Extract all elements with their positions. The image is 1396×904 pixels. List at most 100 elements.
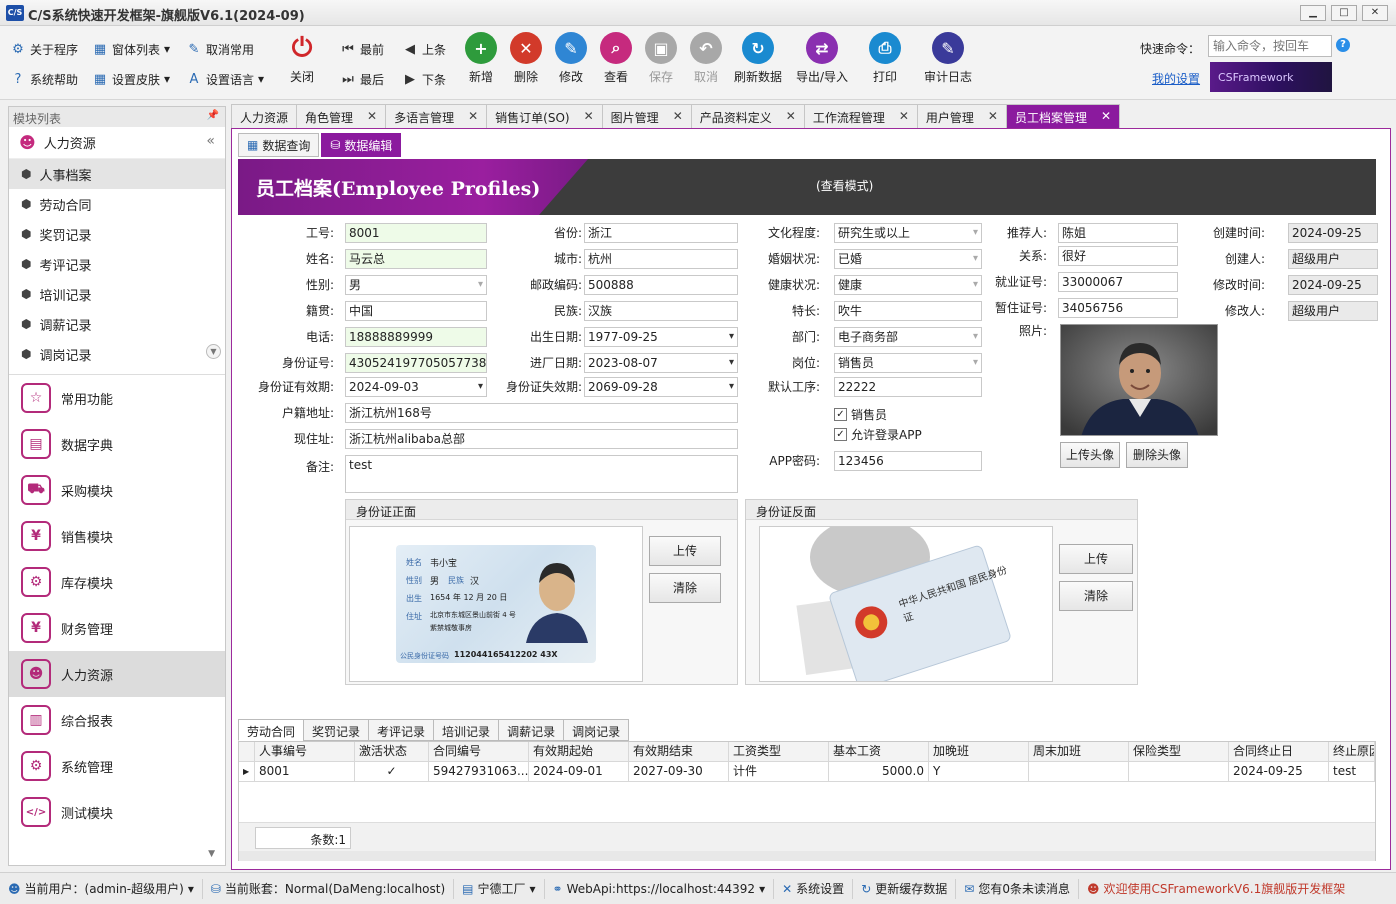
department-select[interactable]: 电子商务部 bbox=[834, 327, 982, 347]
audit-log-button[interactable]: ✎ 审计日志 bbox=[920, 30, 976, 96]
delete-avatar-button[interactable]: 删除头像 bbox=[1126, 442, 1188, 468]
native-field[interactable]: 中国 bbox=[345, 301, 487, 321]
table-cell[interactable]: 计件 bbox=[729, 762, 829, 782]
module-hr[interactable]: ☻ 人力资源 bbox=[9, 651, 225, 697]
tab-training[interactable]: 培训记录 bbox=[433, 719, 500, 741]
chevron-down-icon[interactable]: ▼ bbox=[208, 849, 215, 859]
last-button[interactable]: ⏭ 最后 bbox=[340, 68, 384, 90]
doc-tab[interactable]: 销售订单(SO) ✕ bbox=[486, 104, 603, 128]
column-header[interactable]: 终止原因 bbox=[1329, 742, 1375, 762]
help-button[interactable]: ? 系统帮助 bbox=[10, 68, 78, 90]
gender-select[interactable]: 男 bbox=[345, 275, 487, 295]
sidebar-item[interactable]: ⬢ 培训记录 bbox=[9, 279, 225, 309]
module-purchase[interactable]: ⛟ 采购模块 bbox=[9, 467, 225, 513]
status-refresh-cache[interactable]: ↻ 更新缓存数据 bbox=[853, 878, 957, 899]
close-icon[interactable]: ✕ bbox=[468, 109, 478, 124]
doc-tab[interactable]: 图片管理 ✕ bbox=[601, 104, 692, 128]
print-button[interactable]: ⎙ 打印 bbox=[857, 30, 913, 96]
module-system[interactable]: ⚙ 系统管理 bbox=[9, 743, 225, 789]
table-cell[interactable]: 59427931063... bbox=[429, 762, 529, 782]
join-date[interactable]: 2023-08-07 bbox=[584, 353, 738, 373]
doc-tab[interactable]: 工作流程管理 ✕ bbox=[803, 104, 918, 128]
close-icon[interactable]: ✕ bbox=[988, 109, 998, 124]
id-valid-date[interactable]: 2024-09-03 bbox=[345, 377, 487, 397]
tab-data-query[interactable]: ▦ 数据查询 bbox=[238, 133, 320, 157]
module-sales[interactable]: ¥ 销售模块 bbox=[9, 513, 225, 559]
id-front-upload-button[interactable]: 上传 bbox=[649, 536, 721, 566]
help-icon[interactable]: ? bbox=[1336, 38, 1350, 52]
status-messages[interactable]: ✉ 您有0条未读消息 bbox=[956, 878, 1079, 899]
sidebar-item[interactable]: ⬢ 劳动合同 bbox=[9, 189, 225, 219]
horizontal-scrollbar[interactable] bbox=[239, 851, 1375, 861]
status-factory[interactable]: ▤ 宁德工厂 ▾ bbox=[454, 878, 545, 899]
my-settings-link[interactable]: 我的设置 bbox=[1152, 70, 1200, 87]
close-icon[interactable]: ✕ bbox=[367, 109, 377, 124]
current-address-field[interactable]: 浙江杭州alibaba总部 bbox=[345, 429, 738, 449]
education-select[interactable]: 研究生或以上 bbox=[834, 223, 982, 243]
id-back-clear-button[interactable]: 清除 bbox=[1059, 581, 1133, 611]
health-select[interactable]: 健康 bbox=[834, 275, 982, 295]
sidebar-item[interactable]: ⬢ 考评记录 bbox=[9, 249, 225, 279]
doc-tab[interactable]: 人力资源 bbox=[231, 104, 298, 128]
active-checkbox[interactable]: ✓ bbox=[355, 762, 429, 782]
table-cell[interactable]: 5000.0 bbox=[829, 762, 929, 782]
column-header[interactable]: 周末加班 bbox=[1029, 742, 1129, 762]
close-window-button[interactable]: ✕ bbox=[1362, 5, 1388, 21]
window-list-button[interactable]: ▦ 窗体列表 ▾ bbox=[92, 38, 170, 60]
close-button[interactable]: ⏻ 关闭 bbox=[274, 30, 330, 96]
province-field[interactable]: 浙江 bbox=[584, 223, 738, 243]
close-icon[interactable]: ✕ bbox=[899, 109, 909, 124]
column-header[interactable]: 合同编号 bbox=[429, 742, 529, 762]
id-back-upload-button[interactable]: 上传 bbox=[1059, 544, 1133, 574]
module-finance[interactable]: ¥ 财务管理 bbox=[9, 605, 225, 651]
doc-tab[interactable]: 用户管理 ✕ bbox=[916, 104, 1007, 128]
module-test[interactable]: </> 测试模块 bbox=[9, 789, 225, 835]
module-favorites[interactable]: ☆ 常用功能 bbox=[9, 375, 225, 421]
upload-avatar-button[interactable]: 上传头像 bbox=[1060, 442, 1120, 468]
column-header[interactable]: 有效期起始 bbox=[529, 742, 629, 762]
phone-field[interactable]: 18888889999 bbox=[345, 327, 487, 347]
name-field[interactable]: 马云总 bbox=[345, 249, 487, 269]
first-button[interactable]: ⏮ 最前 bbox=[340, 38, 384, 60]
quick-command-input[interactable] bbox=[1208, 35, 1332, 57]
table-cell[interactable]: 8001 bbox=[255, 762, 355, 782]
tab-data-edit[interactable]: ⛁ 数据编辑 bbox=[321, 133, 402, 157]
scroll-down-icon[interactable]: ▼ bbox=[206, 344, 221, 359]
allow-app-login-checkbox[interactable]: ✓ 允许登录APP bbox=[834, 426, 922, 443]
column-header[interactable]: 基本工资 bbox=[829, 742, 929, 762]
unfavorite-button[interactable]: ✎ 取消常用 bbox=[186, 38, 254, 60]
column-header[interactable]: 保险类型 bbox=[1129, 742, 1229, 762]
remark-field[interactable]: test bbox=[345, 455, 738, 493]
column-header[interactable]: 工资类型 bbox=[729, 742, 829, 762]
column-header[interactable]: 人事编号 bbox=[255, 742, 355, 762]
tab-salary-adjust[interactable]: 调薪记录 bbox=[498, 719, 565, 741]
column-header[interactable]: 合同终止日 bbox=[1229, 742, 1329, 762]
column-header[interactable]: 激活状态 bbox=[355, 742, 429, 762]
post-select[interactable]: 销售员 bbox=[834, 353, 982, 373]
table-cell[interactable] bbox=[1129, 762, 1229, 782]
close-icon[interactable]: ✕ bbox=[786, 109, 796, 124]
close-icon[interactable]: ✕ bbox=[1101, 109, 1111, 124]
city-field[interactable]: 杭州 bbox=[584, 249, 738, 269]
column-header[interactable]: 有效期结束 bbox=[629, 742, 729, 762]
id-front-clear-button[interactable]: 清除 bbox=[649, 573, 721, 603]
next-button[interactable]: ▶ 下条 bbox=[402, 68, 446, 90]
hukou-address-field[interactable]: 浙江杭州168号 bbox=[345, 403, 738, 423]
refresh-button[interactable]: ↻ 刷新数据 bbox=[730, 30, 786, 96]
birth-date[interactable]: 1977-09-25 bbox=[584, 327, 738, 347]
module-reports[interactable]: ▥ 综合报表 bbox=[9, 697, 225, 743]
table-cell[interactable]: test bbox=[1329, 762, 1375, 782]
collapse-icon[interactable]: « bbox=[206, 133, 215, 149]
prev-button[interactable]: ◀ 上条 bbox=[402, 38, 446, 60]
work-cert-field[interactable]: 33000067 bbox=[1058, 272, 1178, 292]
table-cell[interactable]: 2024-09-25 bbox=[1229, 762, 1329, 782]
status-user[interactable]: ☻ 当前用户：(admin-超级用户) ▾ bbox=[0, 878, 203, 899]
pin-icon[interactable]: 📌 bbox=[207, 110, 219, 121]
status-webapi[interactable]: ⚭ WebApi:https://localhost:44392 ▾ bbox=[545, 878, 775, 899]
skin-button[interactable]: ▦ 设置皮肤 ▾ bbox=[92, 68, 170, 90]
id-expire-date[interactable]: 2069-09-28 bbox=[584, 377, 738, 397]
close-icon[interactable]: ✕ bbox=[584, 109, 594, 124]
doc-tab[interactable]: 产品资料定义 ✕ bbox=[690, 104, 805, 128]
relation-field[interactable]: 很好 bbox=[1058, 246, 1178, 266]
zip-field[interactable]: 500888 bbox=[584, 275, 738, 295]
